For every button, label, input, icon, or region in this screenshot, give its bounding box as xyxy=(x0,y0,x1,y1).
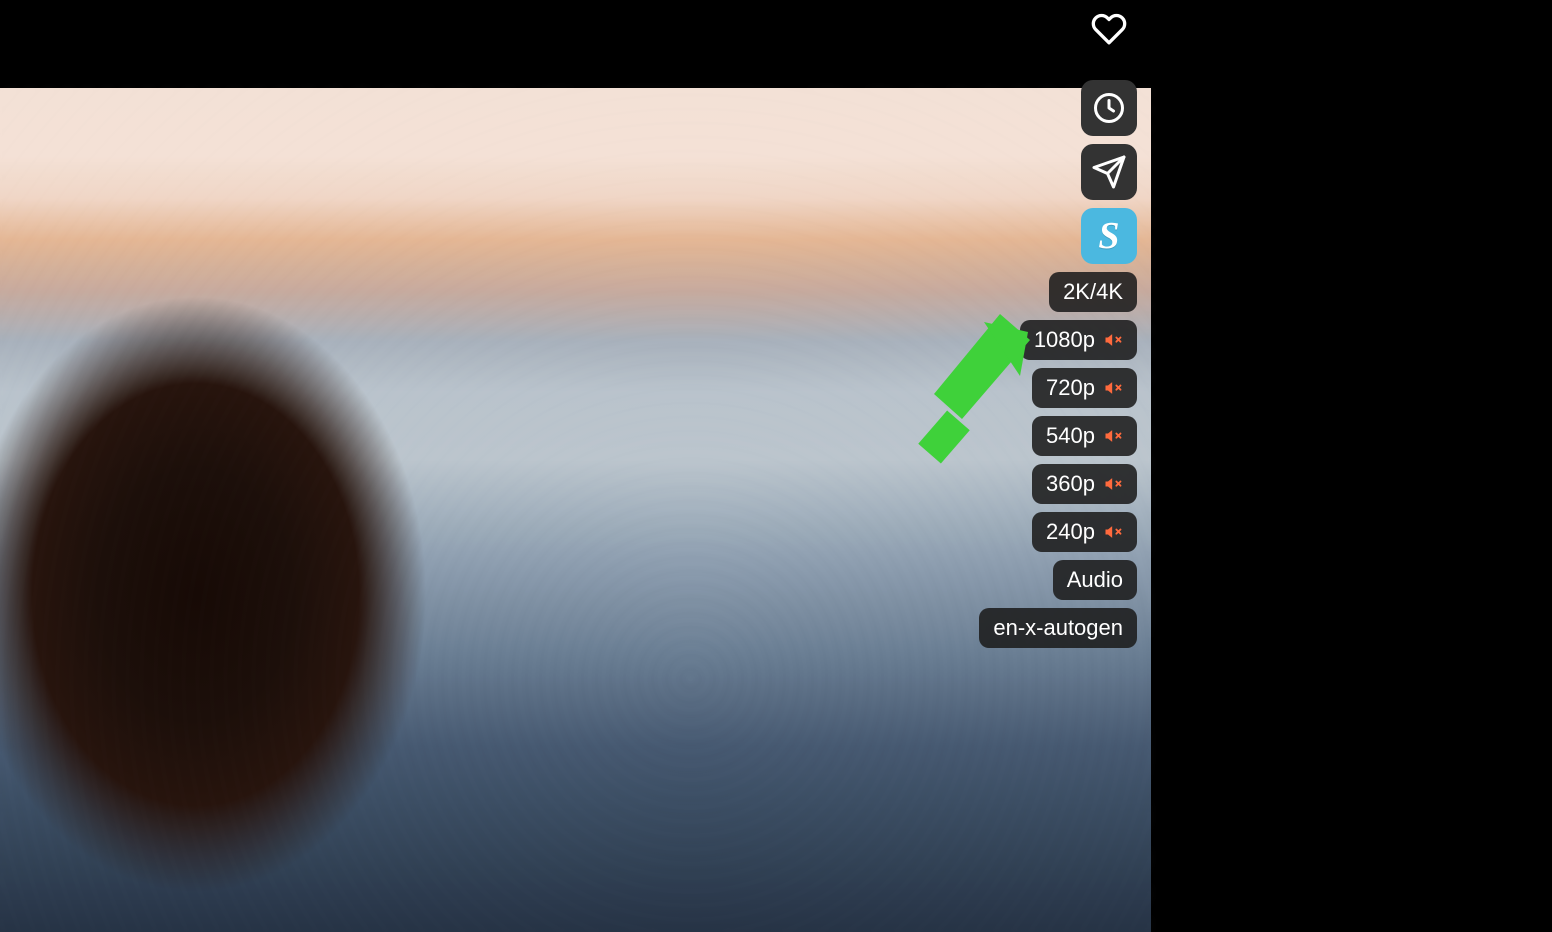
subtitle-label: en-x-autogen xyxy=(993,608,1123,648)
video-frame[interactable] xyxy=(0,88,1151,932)
quality-360p[interactable]: 360p xyxy=(1032,464,1137,504)
quality-2k4k[interactable]: 2K/4K xyxy=(1049,272,1137,312)
mute-icon xyxy=(1103,522,1123,542)
heart-icon xyxy=(1091,11,1127,47)
quality-label: 360p xyxy=(1046,464,1095,504)
quality-540p[interactable]: 540p xyxy=(1032,416,1137,456)
mute-icon xyxy=(1103,330,1123,350)
quality-720p[interactable]: 720p xyxy=(1032,368,1137,408)
quality-1080p[interactable]: 1080p xyxy=(1020,320,1137,360)
s-button[interactable]: S xyxy=(1081,208,1137,264)
history-button[interactable] xyxy=(1081,80,1137,136)
quality-label: Audio xyxy=(1067,560,1123,600)
share-button[interactable] xyxy=(1081,144,1137,200)
mute-icon xyxy=(1103,474,1123,494)
quality-list: 2K/4K 1080p 720p 540p 360p 240p Audio xyxy=(1020,272,1137,600)
paper-plane-icon xyxy=(1091,154,1127,190)
right-controls: S 2K/4K 1080p 720p 540p 360p 240p Audio en-x-a… xyxy=(979,80,1137,648)
s-glyph: S xyxy=(1098,214,1119,258)
quality-label: 2K/4K xyxy=(1063,272,1123,312)
clock-icon xyxy=(1091,90,1127,126)
quality-audio[interactable]: Audio xyxy=(1053,560,1137,600)
quality-240p[interactable]: 240p xyxy=(1032,512,1137,552)
quality-label: 240p xyxy=(1046,512,1095,552)
subtitle-option[interactable]: en-x-autogen xyxy=(979,608,1137,648)
quality-label: 720p xyxy=(1046,368,1095,408)
mute-icon xyxy=(1103,426,1123,446)
quality-label: 1080p xyxy=(1034,320,1095,360)
quality-label: 540p xyxy=(1046,416,1095,456)
favorite-button[interactable] xyxy=(1091,11,1127,47)
mute-icon xyxy=(1103,378,1123,398)
